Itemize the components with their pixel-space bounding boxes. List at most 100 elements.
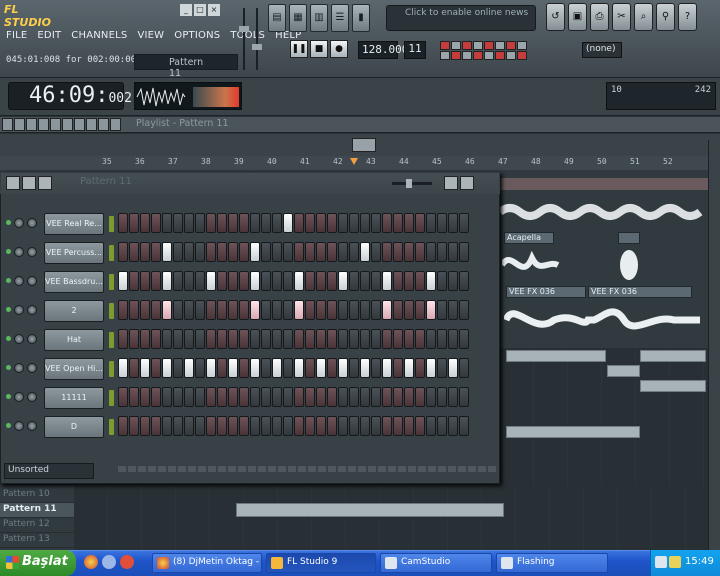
channel-led-icon[interactable] <box>6 336 11 341</box>
step-button-on[interactable] <box>140 358 150 378</box>
step-button[interactable] <box>239 213 249 233</box>
menu-view[interactable]: VIEW <box>137 30 164 41</box>
step-button[interactable] <box>360 329 370 349</box>
step-button[interactable] <box>294 387 304 407</box>
step-button-on[interactable] <box>206 271 216 291</box>
step-button[interactable] <box>206 213 216 233</box>
step-button[interactable] <box>448 213 458 233</box>
step-button-on[interactable] <box>162 300 172 320</box>
step-button[interactable] <box>261 271 271 291</box>
step-button[interactable] <box>305 387 315 407</box>
current-pattern-label[interactable]: Pattern 11 <box>134 54 238 79</box>
step-button[interactable] <box>393 416 403 436</box>
step-button[interactable] <box>382 416 392 436</box>
pattern-block[interactable] <box>506 350 606 362</box>
step-button[interactable] <box>173 213 183 233</box>
channel-name-button[interactable]: D <box>44 416 104 438</box>
channel-select-indicator[interactable] <box>109 216 114 232</box>
step-button[interactable] <box>272 271 282 291</box>
channel-name-button[interactable]: VEE Bassdru... <box>44 271 104 293</box>
step-button[interactable] <box>382 213 392 233</box>
song-position-clock[interactable]: 46:09:002 <box>8 82 132 110</box>
step-button[interactable] <box>459 242 469 262</box>
channel-led-icon[interactable] <box>6 365 11 370</box>
task-camstudio[interactable]: CamStudio <box>380 553 492 573</box>
step-button[interactable] <box>206 300 216 320</box>
menu-options[interactable]: OPTIONS <box>174 30 220 41</box>
step-button-on[interactable] <box>382 271 392 291</box>
stop-button[interactable]: ■ <box>310 40 328 58</box>
step-button[interactable] <box>415 416 425 436</box>
pause-button[interactable]: ❚❚ <box>290 40 308 58</box>
step-button[interactable] <box>261 329 271 349</box>
step-button[interactable] <box>195 242 205 262</box>
toggle-icon[interactable] <box>506 51 516 60</box>
swing-icon[interactable] <box>38 176 52 190</box>
channel-led-icon[interactable] <box>6 249 11 254</box>
step-button[interactable] <box>228 242 238 262</box>
channel-pan-knob[interactable] <box>14 305 24 315</box>
channel-select-indicator[interactable] <box>109 390 114 406</box>
step-button[interactable] <box>162 416 172 436</box>
step-button[interactable] <box>316 271 326 291</box>
step-button[interactable] <box>316 242 326 262</box>
step-button[interactable] <box>316 416 326 436</box>
channel-led-icon[interactable] <box>6 394 11 399</box>
step-button[interactable] <box>426 416 436 436</box>
step-button[interactable] <box>239 271 249 291</box>
channel-led-icon[interactable] <box>6 220 11 225</box>
step-button-on[interactable] <box>162 358 172 378</box>
step-button[interactable] <box>393 271 403 291</box>
save-icon[interactable]: ▣ <box>568 3 587 31</box>
step-button[interactable] <box>338 242 348 262</box>
playlist-clip[interactable]: Acapella <box>504 232 554 244</box>
step-button[interactable] <box>294 416 304 436</box>
slice-icon[interactable] <box>74 118 85 131</box>
toggle-icon[interactable] <box>517 41 527 50</box>
step-button-on[interactable] <box>162 271 172 291</box>
toggle-icon[interactable] <box>462 51 472 60</box>
keyboard-icon[interactable] <box>460 176 474 190</box>
step-button[interactable] <box>140 300 150 320</box>
step-button[interactable] <box>459 329 469 349</box>
step-button[interactable] <box>360 213 370 233</box>
step-button[interactable] <box>151 416 161 436</box>
step-button[interactable] <box>118 387 128 407</box>
step-button-on[interactable] <box>382 358 392 378</box>
step-button[interactable] <box>184 387 194 407</box>
zoom-icon[interactable] <box>98 118 109 131</box>
step-button[interactable] <box>382 387 392 407</box>
step-button-on[interactable] <box>338 358 348 378</box>
channel-name-button[interactable]: 11111 <box>44 387 104 409</box>
graph-icon[interactable] <box>444 176 458 190</box>
pattern-block[interactable] <box>640 380 706 392</box>
step-button-on[interactable] <box>250 300 260 320</box>
audio-waveform[interactable] <box>499 246 562 284</box>
step-button[interactable] <box>459 387 469 407</box>
audio-waveform[interactable] <box>616 246 642 284</box>
step-button[interactable] <box>283 242 293 262</box>
step-button[interactable] <box>283 358 293 378</box>
step-button-on[interactable] <box>294 300 304 320</box>
step-button[interactable] <box>195 300 205 320</box>
step-button[interactable] <box>437 387 447 407</box>
step-button[interactable] <box>217 271 227 291</box>
play-icon[interactable] <box>110 118 121 131</box>
step-button[interactable] <box>448 271 458 291</box>
search-icon[interactable]: ⌕ <box>634 3 653 31</box>
step-button[interactable] <box>151 300 161 320</box>
step-button[interactable] <box>360 300 370 320</box>
step-button[interactable] <box>140 213 150 233</box>
step-button[interactable] <box>118 300 128 320</box>
step-button[interactable] <box>195 271 205 291</box>
messenger-icon[interactable] <box>102 555 116 569</box>
toggle-icon[interactable] <box>517 51 527 60</box>
tempo-display[interactable]: 128.000 <box>358 41 408 59</box>
step-button[interactable] <box>151 329 161 349</box>
step-button-on[interactable] <box>404 358 414 378</box>
master-volume-slider[interactable] <box>239 26 249 32</box>
step-button[interactable] <box>206 242 216 262</box>
step-button[interactable] <box>327 358 337 378</box>
step-button[interactable] <box>426 387 436 407</box>
step-button[interactable] <box>437 416 447 436</box>
